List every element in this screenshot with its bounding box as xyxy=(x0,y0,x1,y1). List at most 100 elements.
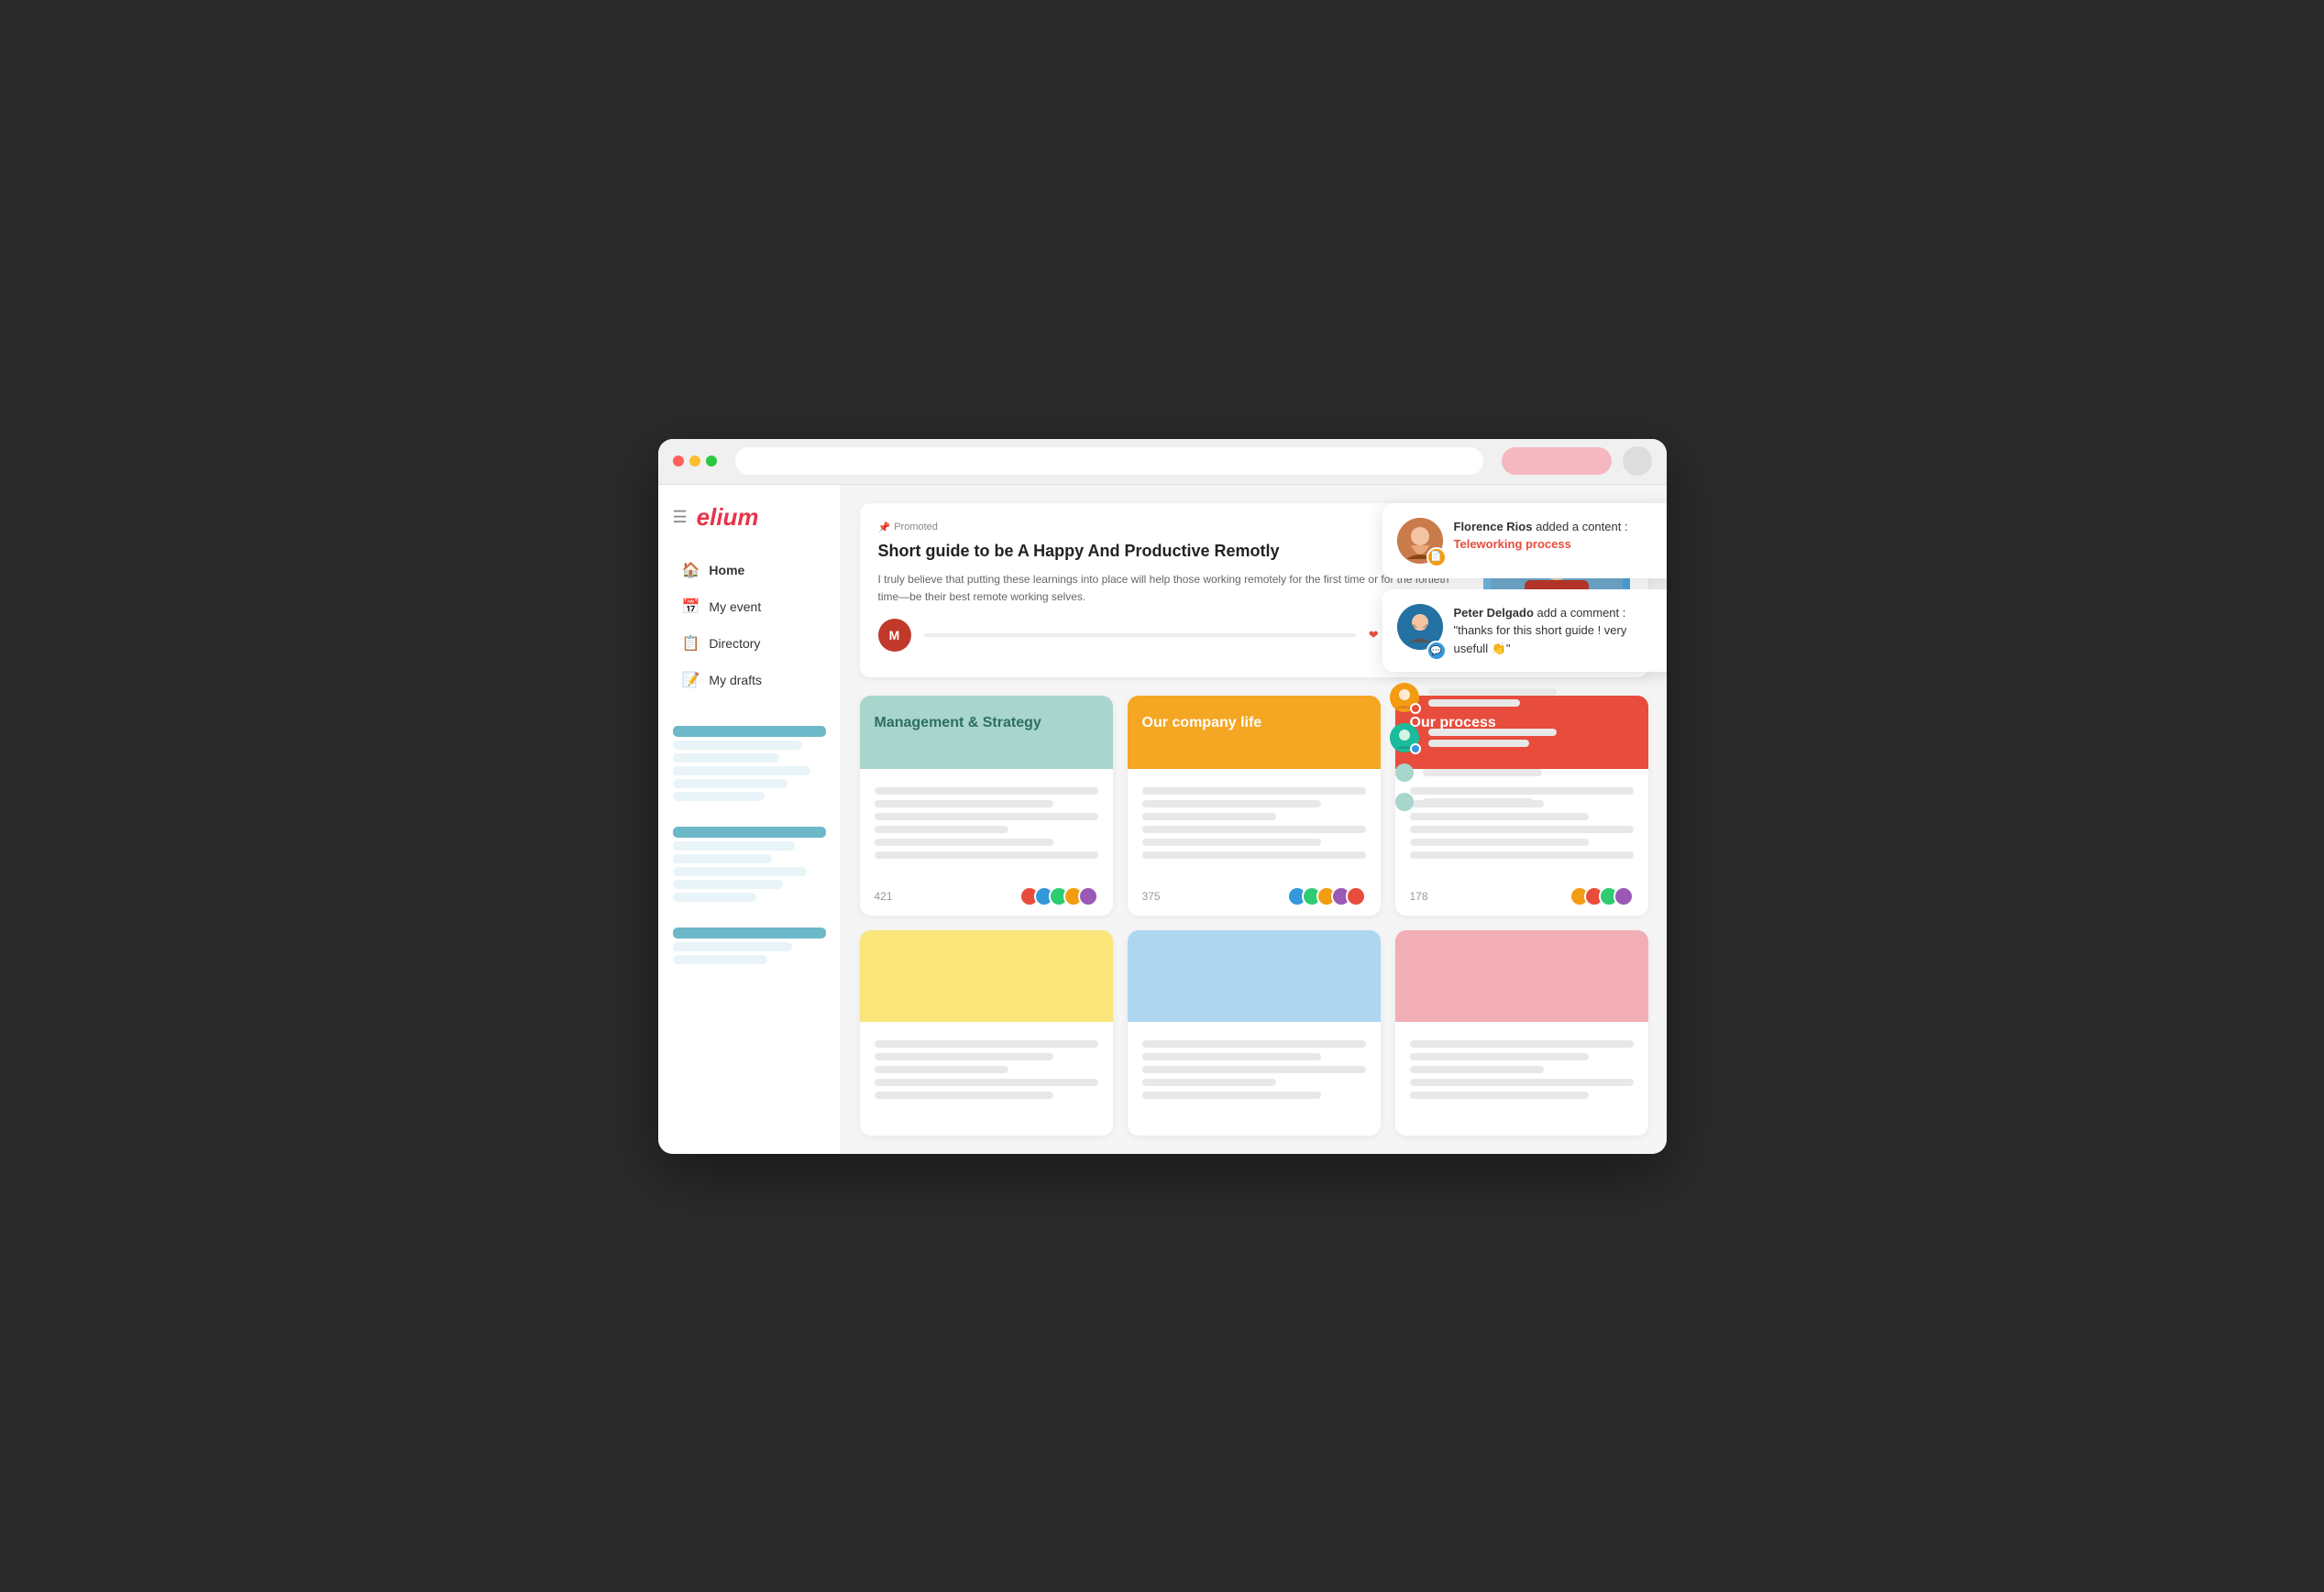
sidebar-section-1 xyxy=(673,722,826,805)
notif-badge-document: 📄 xyxy=(1426,547,1447,567)
url-bar[interactable] xyxy=(735,447,1483,475)
placeholder xyxy=(1428,688,1557,696)
sidebar-item-my-drafts-label: My drafts xyxy=(709,673,762,687)
home-icon: 🏠 xyxy=(682,561,700,579)
category-card-company-life[interactable]: Our company life 375 xyxy=(1128,696,1381,916)
card-header-company-life: Our company life xyxy=(1128,696,1381,769)
placeholder xyxy=(1410,813,1589,820)
author-avatar: M xyxy=(878,619,911,652)
placeholder xyxy=(875,1066,1008,1073)
sidebar-placeholder-active xyxy=(673,726,826,737)
featured-meta: M ❤ 12 💬 5 🔖 xyxy=(878,619,1465,652)
timeline-dot-row-2 xyxy=(1390,793,1667,811)
avatar xyxy=(1614,886,1634,906)
card-footer-company-life: 375 xyxy=(1128,877,1381,916)
category-card-yellow[interactable] xyxy=(860,930,1113,1136)
placeholder xyxy=(1142,826,1366,833)
category-card-pink[interactable] xyxy=(1395,930,1648,1136)
placeholder xyxy=(1410,851,1634,859)
activity-lines-1 xyxy=(1428,688,1557,707)
logo-text: elium xyxy=(697,503,759,532)
card-footer-process: 178 xyxy=(1395,877,1648,916)
sidebar-item-directory[interactable]: 📋 Directory xyxy=(673,627,826,660)
placeholder xyxy=(1410,839,1589,846)
notif-text-1: Florence Rios added a content : Telework… xyxy=(1454,518,1661,564)
placeholder xyxy=(1142,800,1321,807)
sidebar-item-home[interactable]: 🏠 Home xyxy=(673,554,826,587)
notif-text-2: Peter Delgado add a comment : "thanks fo… xyxy=(1454,604,1661,658)
activity-row-1 xyxy=(1390,683,1667,712)
card-count-company-life: 375 xyxy=(1142,890,1161,903)
timeline-dot-row xyxy=(1390,763,1667,782)
card-count-process: 178 xyxy=(1410,890,1428,903)
featured-content: 📌 Promoted Short guide to be A Happy And… xyxy=(878,522,1465,659)
sidebar-placeholder-active-3 xyxy=(673,928,826,939)
placeholder xyxy=(875,1040,1098,1048)
close-dot[interactable] xyxy=(673,456,684,467)
activity-avatar-1 xyxy=(1390,683,1419,712)
placeholder xyxy=(875,800,1053,807)
heart-icon: ❤ xyxy=(1369,628,1379,642)
activity-badge-heart xyxy=(1410,703,1421,714)
sidebar-placeholder xyxy=(673,841,796,851)
placeholder xyxy=(1142,839,1321,846)
sidebar-placeholder xyxy=(673,766,810,775)
sidebar: ☰ elium 🏠 Home 📅 My event 📋 Directory 📝 … xyxy=(658,485,842,1154)
maximize-dot[interactable] xyxy=(706,456,717,467)
card-body-management xyxy=(860,769,1113,877)
notif-user-2: Peter Delgado xyxy=(1454,606,1534,620)
placeholder xyxy=(1410,1092,1589,1099)
browser-dots xyxy=(673,456,717,467)
placeholder xyxy=(875,826,1008,833)
avatar-group xyxy=(1019,886,1098,906)
directory-icon: 📋 xyxy=(682,634,700,653)
card-title-management: Management & Strategy xyxy=(875,714,1041,733)
browser-bar xyxy=(658,439,1667,485)
sidebar-placeholder xyxy=(673,854,773,863)
featured-title[interactable]: Short guide to be A Happy And Productive… xyxy=(878,541,1465,562)
timeline-dot xyxy=(1395,763,1414,782)
placeholder xyxy=(1428,729,1557,736)
placeholder xyxy=(1410,826,1634,833)
card-header-yellow xyxy=(860,930,1113,1022)
placeholder xyxy=(875,1092,1053,1099)
browser-window: ☰ elium 🏠 Home 📅 My event 📋 Directory 📝 … xyxy=(658,439,1667,1154)
category-card-management[interactable]: Management & Strategy 421 xyxy=(860,696,1113,916)
placeholder xyxy=(875,1079,1098,1086)
minimize-dot[interactable] xyxy=(689,456,700,467)
notification-panel: 📄 Florence Rios added a content : Telewo… xyxy=(1382,503,1667,812)
card-body-pink xyxy=(1395,1022,1648,1117)
notif-action-text-1: added a content : xyxy=(1536,520,1627,533)
activity-lines-2 xyxy=(1428,729,1557,747)
browser-avatar[interactable] xyxy=(1623,446,1652,476)
card-header-light-blue xyxy=(1128,930,1381,1022)
sidebar-section-2 xyxy=(673,823,826,906)
placeholder xyxy=(1428,699,1520,707)
activity-feed xyxy=(1382,683,1667,811)
card-footer-pink xyxy=(1395,1117,1648,1136)
card-footer-management: 421 xyxy=(860,877,1113,916)
hamburger-icon[interactable]: ☰ xyxy=(673,508,688,527)
notif-avatar-wrap-2: 💬 xyxy=(1397,604,1443,658)
placeholder xyxy=(1410,1066,1544,1073)
card-footer-light-blue xyxy=(1128,1117,1381,1136)
sidebar-item-home-label: Home xyxy=(709,563,744,577)
placeholder xyxy=(1410,1040,1634,1048)
placeholder xyxy=(1410,1053,1589,1060)
sidebar-item-my-drafts[interactable]: 📝 My drafts xyxy=(673,664,826,697)
activity-badge-comment xyxy=(1410,743,1421,754)
sidebar-placeholder xyxy=(673,779,788,788)
sidebar-item-my-event[interactable]: 📅 My event xyxy=(673,590,826,623)
sidebar-placeholder xyxy=(673,893,757,902)
placeholder xyxy=(1142,813,1276,820)
card-body-yellow xyxy=(860,1022,1113,1117)
card-header-management: Management & Strategy xyxy=(860,696,1113,769)
activity-lines-3 xyxy=(1423,769,1542,776)
avatar xyxy=(1078,886,1098,906)
browser-action-button[interactable] xyxy=(1502,447,1612,475)
placeholder xyxy=(1423,769,1542,776)
placeholder xyxy=(875,1053,1053,1060)
category-card-light-blue[interactable] xyxy=(1128,930,1381,1136)
card-count-management: 421 xyxy=(875,890,893,903)
notif-item-1: Teleworking process xyxy=(1454,537,1571,551)
